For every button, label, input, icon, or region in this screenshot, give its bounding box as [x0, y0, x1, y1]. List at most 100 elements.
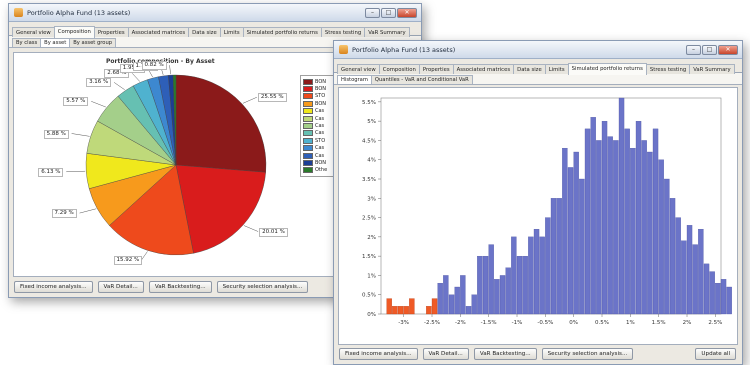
x-tick-label: 1%: [626, 320, 635, 326]
tab-general-view[interactable]: General view: [337, 64, 380, 74]
fixed-income-analysis-button[interactable]: Fixed income analysis...: [14, 281, 93, 293]
subtab-by-class[interactable]: By class: [12, 38, 42, 47]
tab-stress-testing[interactable]: Stress testing: [320, 27, 366, 37]
right-tab-bar: General view Composition Properties Asso…: [334, 59, 742, 75]
histogram-bar: [403, 306, 409, 315]
var-detail-button[interactable]: VaR Detail...: [422, 348, 469, 360]
histogram-bar: [488, 244, 494, 315]
tab-var-summary[interactable]: VaR Summary: [689, 64, 735, 74]
histogram-bar: [618, 97, 625, 315]
histogram-bar: [511, 236, 517, 315]
app-icon: [14, 8, 23, 17]
histogram-bar: [499, 275, 506, 315]
legend-swatch: [303, 93, 313, 100]
maximize-button[interactable]: □: [702, 44, 717, 55]
tab-composition[interactable]: Composition: [378, 64, 420, 74]
minimize-button[interactable]: –: [365, 7, 380, 18]
histogram-bar: [454, 286, 460, 315]
tab-properties[interactable]: Properties: [93, 27, 129, 37]
histogram-bar: [494, 279, 500, 315]
histogram-bar: [686, 225, 693, 315]
right-window-titlebar[interactable]: Portfolio Alpha Fund (13 assets) – □ ✕: [334, 41, 742, 59]
histogram-bar: [652, 128, 659, 315]
legend-item: Cas: [303, 130, 335, 137]
x-tick-label: -2%: [455, 320, 466, 326]
x-tick-label: -2.5%: [424, 320, 440, 326]
tab-data-size[interactable]: Data size: [188, 27, 221, 37]
histogram-panel: 0% 0.5% 1% 1.5% 2% 2.5% 3% 3.5% 4% 4.5% 5% 5.5% -3% -…: [338, 87, 738, 345]
x-tick-label: 2.5%: [708, 320, 722, 326]
tab-associated-matrices[interactable]: Associated matrices: [127, 27, 190, 37]
tab-properties[interactable]: Properties: [418, 64, 454, 74]
legend-item: Cas: [303, 152, 335, 159]
pie-slice-label: 25.55 %: [257, 93, 287, 103]
histogram-bar: [550, 198, 557, 315]
histogram-bar: [539, 236, 545, 315]
window-title: Portfolio Alpha Fund (13 assets): [352, 45, 456, 54]
tab-composition[interactable]: Composition: [53, 26, 95, 38]
tab-data-size[interactable]: Data size: [513, 64, 546, 74]
tab-associated-matrices[interactable]: Associated matrices: [452, 64, 515, 74]
tab-stress-testing[interactable]: Stress testing: [645, 64, 691, 74]
x-tick-label: -3%: [398, 320, 409, 326]
close-button[interactable]: ✕: [397, 7, 417, 18]
histogram-bar: [409, 298, 415, 315]
tab-simulated-portfolio-returns[interactable]: Simulated portfolio returns: [242, 27, 322, 37]
pie-label-leader: [71, 133, 90, 137]
pie-label-leader: [79, 208, 97, 214]
histogram-bar: [386, 298, 392, 315]
tab-var-summary[interactable]: VaR Summary: [364, 27, 410, 37]
security-selection-analysis-button[interactable]: Security selection analysis...: [541, 348, 634, 360]
var-backtesting-button[interactable]: VaR Backtesting...: [473, 348, 537, 360]
legend-item: Cas: [303, 122, 335, 130]
histogram-bar: [709, 271, 715, 315]
legend-label: Cas: [315, 108, 325, 115]
update-all-button[interactable]: Update all: [695, 348, 736, 360]
var-backtesting-button[interactable]: VaR Backtesting...: [148, 281, 212, 293]
var-detail-button[interactable]: VaR Detail...: [97, 281, 144, 293]
tab-limits[interactable]: Limits: [544, 64, 569, 74]
legend-item: BON: [303, 100, 335, 107]
left-window-titlebar[interactable]: Portfolio Alpha Fund (13 assets) – □ ✕: [9, 4, 421, 22]
subtab-by-asset-group[interactable]: By asset group: [69, 38, 117, 47]
security-selection-analysis-button[interactable]: Security selection analysis...: [216, 281, 309, 293]
legend-label: STO: [315, 137, 326, 144]
tab-general-view[interactable]: General view: [12, 27, 55, 37]
right-window: Portfolio Alpha Fund (13 assets) – □ ✕ G…: [333, 40, 743, 365]
histogram-bar: [607, 136, 613, 315]
histogram-bar: [681, 240, 687, 315]
legend-item: BON: [303, 85, 335, 93]
legend-label: BON: [315, 86, 327, 93]
x-tick-label: -1%: [512, 320, 523, 326]
right-button-bar: Fixed income analysis... VaR Detail... V…: [334, 344, 742, 364]
legend-swatch: [303, 167, 313, 174]
legend-item: BON: [303, 78, 335, 85]
legend-swatch: [303, 137, 313, 144]
histogram-bar: [715, 282, 721, 315]
histogram-bar: [675, 217, 681, 315]
subtab-histogram[interactable]: Histogram: [337, 75, 372, 84]
y-tick-label: 3.5%: [362, 177, 376, 183]
maximize-button[interactable]: □: [381, 7, 396, 18]
fixed-income-analysis-button[interactable]: Fixed income analysis...: [339, 348, 418, 360]
pie-slice-label: 15.92 %: [113, 255, 143, 265]
subtab-quantiles-var[interactable]: Quantiles - VaR and Conditional VaR: [370, 75, 473, 84]
tab-limits[interactable]: Limits: [219, 27, 244, 37]
histogram-bar: [669, 198, 676, 315]
histogram-bar: [726, 286, 732, 315]
x-tick-label: 2%: [683, 320, 692, 326]
pie-label-leader: [141, 251, 148, 261]
minimize-button[interactable]: –: [686, 44, 701, 55]
subtab-by-asset[interactable]: By asset: [40, 38, 71, 47]
histogram-bar: [426, 306, 432, 315]
pie-label-leader: [91, 101, 106, 108]
close-button[interactable]: ✕: [718, 44, 738, 55]
pie-slice-label: 5.57 %: [63, 97, 89, 107]
pie-label-leader: [66, 170, 86, 173]
histogram-bar: [516, 255, 523, 315]
tab-simulated-portfolio-returns[interactable]: Simulated portfolio returns: [567, 63, 647, 75]
x-tick-label: -1.5%: [481, 320, 497, 326]
legend-label: STO: [315, 93, 326, 100]
histogram-bar: [579, 178, 585, 315]
legend-swatch: [303, 145, 313, 152]
